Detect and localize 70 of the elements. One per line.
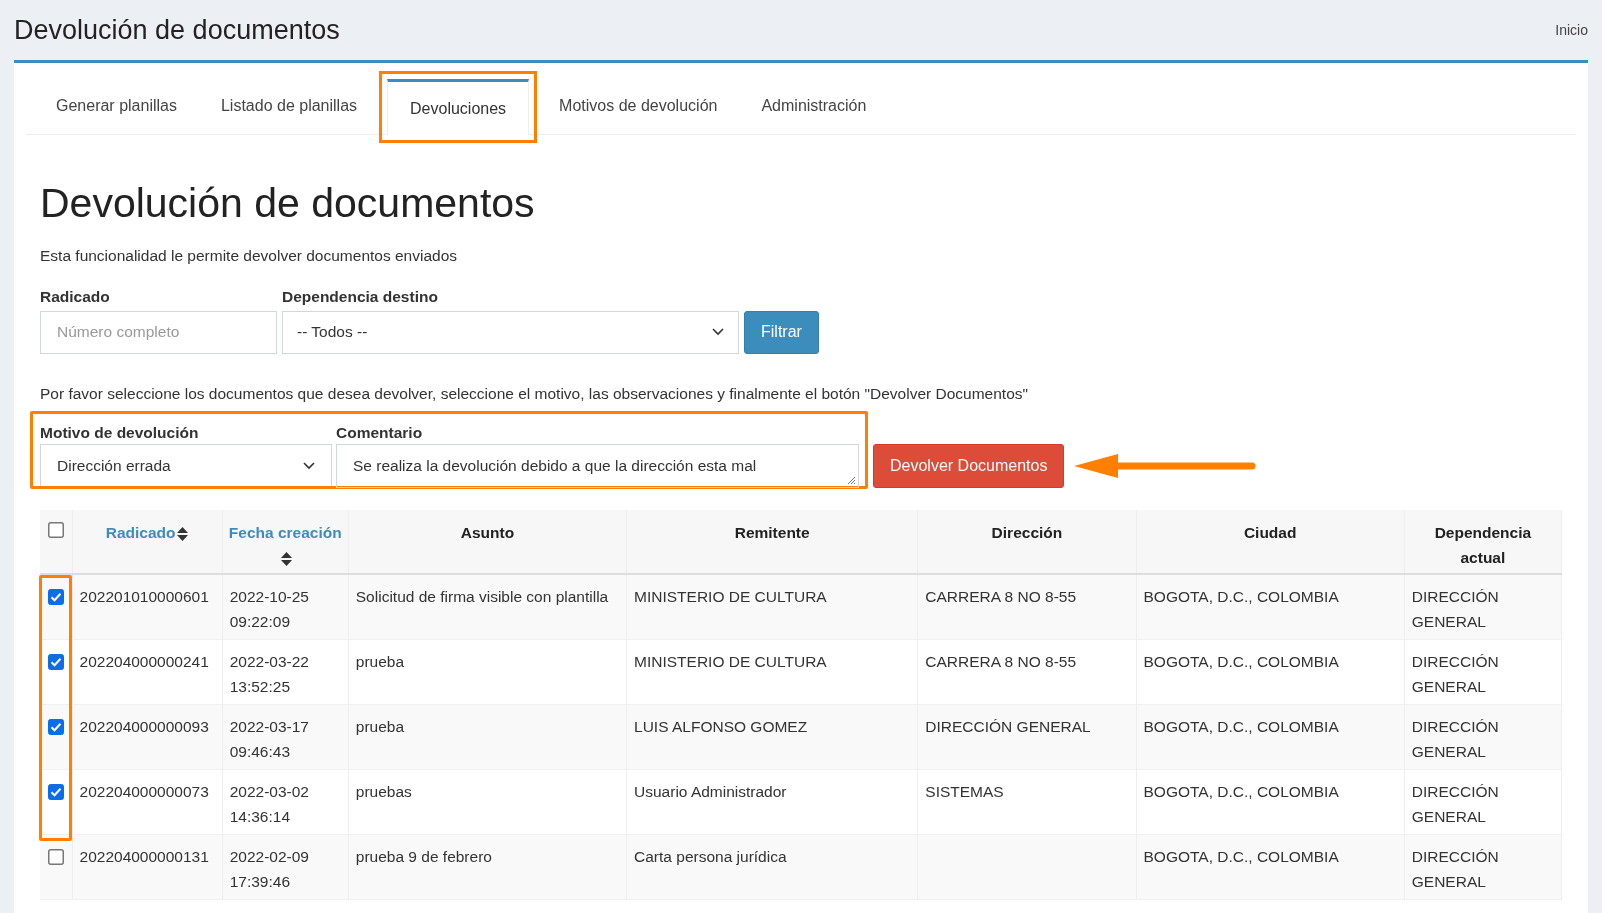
checkbox[interactable] (47, 718, 64, 735)
table-cell: Carta persona jurídica (634, 847, 787, 865)
table-cell: BOGOTA, D.C., COLOMBIA (1143, 717, 1339, 735)
description-text: Esta funcionalidad le permite devolver documentos enviados (40, 246, 459, 266)
column-header: Remitente (734, 524, 810, 541)
motivo-select[interactable]: Dirección errada (40, 444, 332, 488)
resize-handle-icon[interactable] (846, 475, 856, 485)
table-cell: 2022-03-22 13:52:25 (229, 652, 309, 695)
table-cell: CARRERA 8 NO 8-55 (925, 588, 1077, 605)
checkbox[interactable] (47, 589, 64, 605)
table-cell: 2022-03-02 14:36:14 (229, 782, 309, 825)
table-cell: DIRECCIÓN GENERAL (1411, 588, 1499, 630)
tab[interactable]: Administración (739, 78, 889, 134)
table-cell: BOGOTA, D.C., COLOMBIA (1143, 782, 1339, 800)
table-cell: 2022-03-17 09:46:43 (229, 717, 309, 760)
column-header: Ciudad (1243, 524, 1297, 541)
table-cell: 2022-02-09 17:39:46 (229, 847, 309, 890)
checkbox[interactable] (47, 783, 64, 800)
table-cell: CARRERA 8 NO 8-55 (925, 652, 1077, 670)
tab[interactable]: Generar planillas (34, 78, 199, 134)
table-cell: BOGOTA, D.C., COLOMBIA (1143, 588, 1339, 605)
checkbox[interactable] (47, 522, 64, 538)
column-header: Dirección (991, 524, 1063, 541)
table-cell: LUIS ALFONSO GOMEZ (634, 717, 808, 735)
checkbox[interactable] (47, 848, 64, 865)
return-documents-button[interactable]: Devolver Documentos (873, 444, 1065, 488)
table-cell: 202204000000093 (79, 717, 209, 735)
table-cell: 202201010000601 (79, 588, 209, 605)
radicado-input[interactable]: Número completo (40, 310, 277, 354)
table-cell: BOGOTA, D.C., COLOMBIA (1143, 652, 1339, 670)
field-label: Dependencia destino (282, 287, 439, 308)
page-title: Devolución de documentos (14, 13, 340, 47)
table-cell: pruebas (355, 782, 412, 800)
checkbox[interactable] (47, 653, 64, 670)
field-label: Motivo de devolución (40, 422, 200, 443)
table-cell: prueba 9 de febrero (355, 847, 492, 865)
column-header: Asunto (460, 524, 515, 541)
table-cell: DIRECCIÓN GENERAL (925, 717, 1091, 735)
table-cell: 202204000000073 (79, 782, 209, 800)
section-heading: Devolución de documentos (40, 183, 536, 224)
filter-button[interactable]: Filtrar (744, 310, 819, 354)
dependencia-select[interactable]: -- Todos -- (282, 310, 739, 354)
sort-icon[interactable] (177, 526, 189, 541)
table-cell: 202204000000131 (79, 847, 209, 865)
table-cell: Usuario Administrador (634, 782, 787, 800)
chevron-down-icon (303, 462, 315, 470)
table-cell: SISTEMAS (925, 782, 1004, 800)
table-cell: BOGOTA, D.C., COLOMBIA (1143, 847, 1339, 865)
table-cell: prueba (355, 652, 405, 670)
arrow-icon (1074, 452, 1257, 480)
tab[interactable]: Listado de planillas (198, 78, 380, 134)
instructions-text: Por favor seleccione los documentos que desea devolver, seleccione el motivo, las observaciones y finalmente el botón "Devolver Documentos" (40, 383, 1030, 404)
table-cell: Solicitud de firma visible con plantilla (355, 588, 609, 605)
table-cell: DIRECCIÓN GENERAL (1411, 782, 1499, 825)
table-cell: 202204000000241 (79, 652, 209, 670)
field-label: Radicado (40, 287, 111, 308)
table-cell: prueba (355, 717, 405, 735)
table-cell: 2022-10-25 09:22:09 (229, 588, 309, 630)
tab[interactable]: Motivos de devolución (537, 78, 740, 134)
field-label: Comentario (336, 422, 424, 443)
table-cell: MINISTERIO DE CULTURA (634, 588, 827, 605)
comment-textarea[interactable]: Se realiza la devolución debido a que la dirección esta mal (336, 444, 859, 488)
breadcrumb-link[interactable]: Inicio (1555, 19, 1588, 41)
table-cell: MINISTERIO DE CULTURA (634, 652, 827, 670)
column-header: Dependencia actual (1434, 524, 1532, 566)
sort-icon[interactable] (280, 551, 292, 566)
chevron-down-icon (712, 328, 724, 336)
table-cell: DIRECCIÓN GENERAL (1411, 652, 1499, 695)
table-cell: DIRECCIÓN GENERAL (1411, 847, 1499, 890)
table-cell: DIRECCIÓN GENERAL (1411, 717, 1499, 760)
